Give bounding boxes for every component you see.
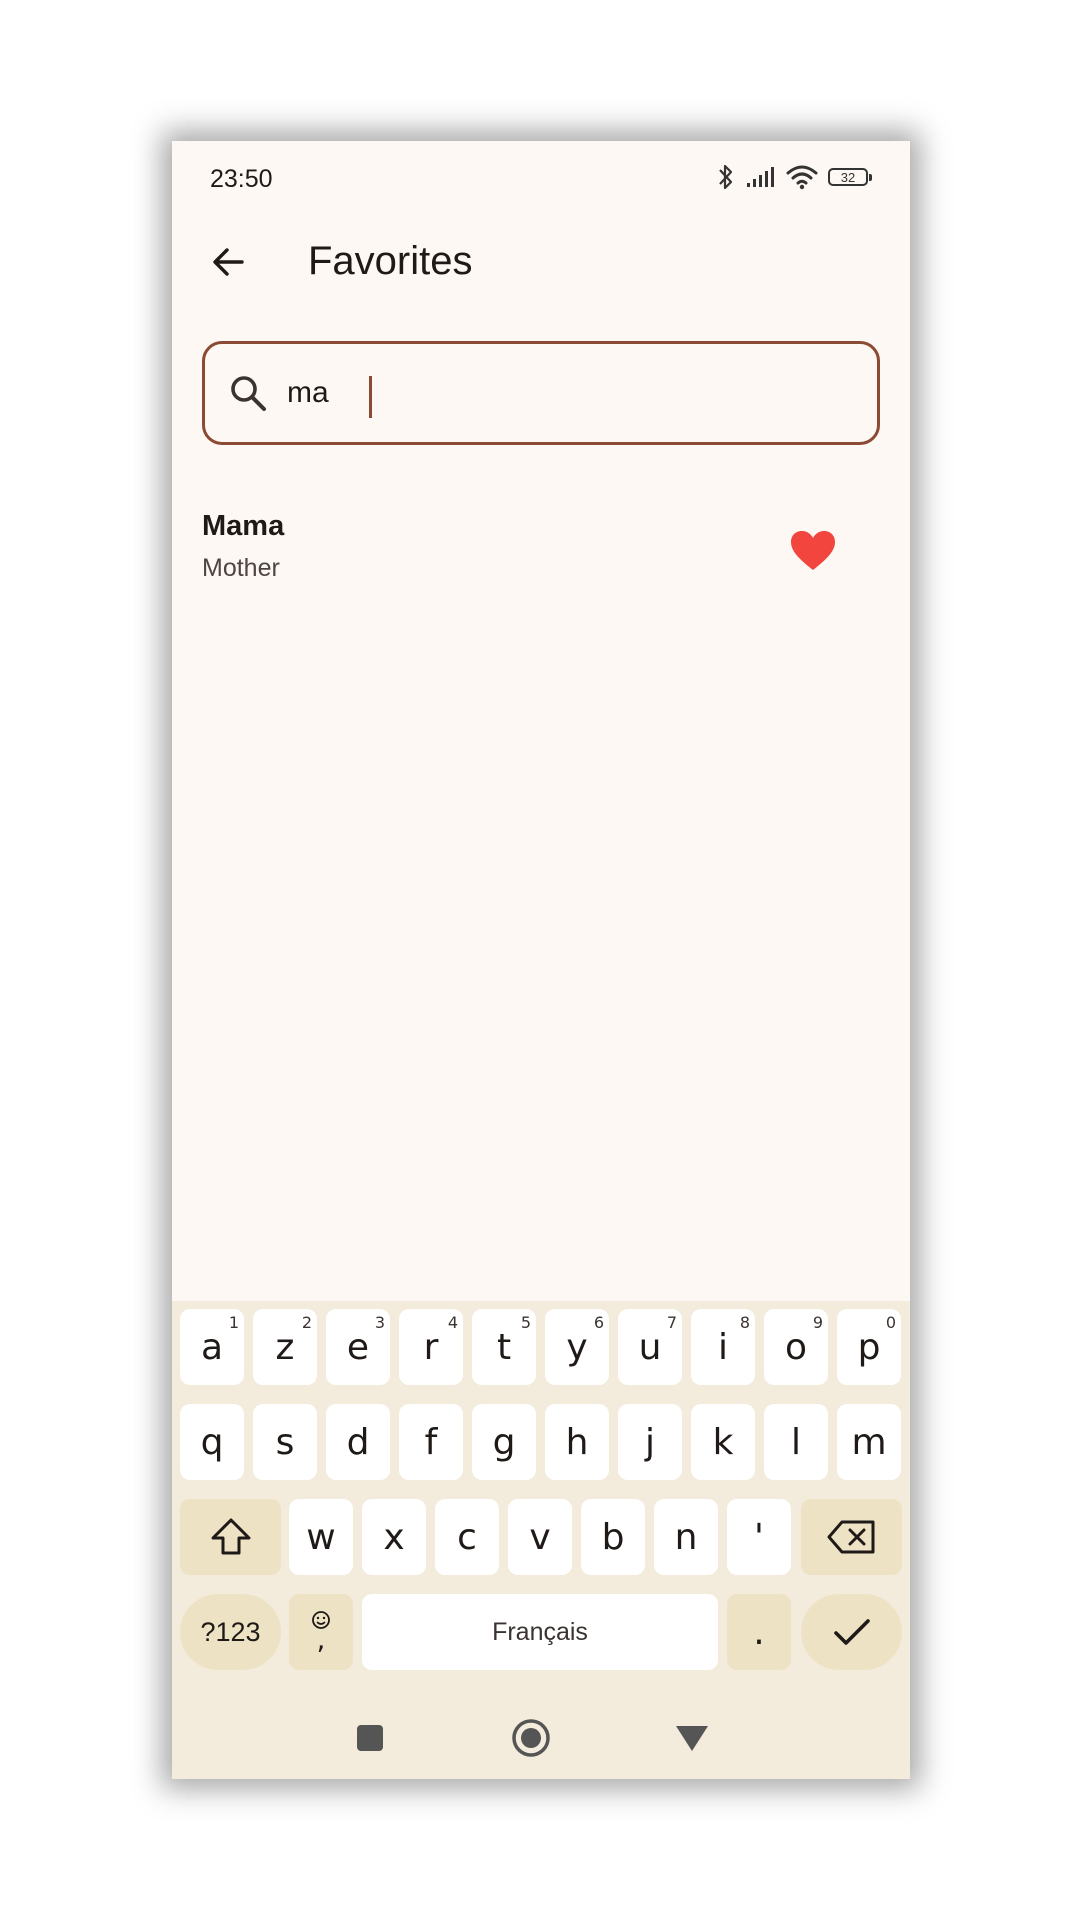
back-triangle-icon xyxy=(676,1726,708,1751)
arrow-back-icon xyxy=(213,248,244,276)
key-u[interactable]: u7 xyxy=(618,1309,682,1385)
key-y[interactable]: y6 xyxy=(545,1309,609,1385)
key-r[interactable]: r4 xyxy=(399,1309,463,1385)
key-t[interactable]: t5 xyxy=(472,1309,536,1385)
battery-level: 32 xyxy=(840,169,856,185)
key-o[interactable]: o9 xyxy=(764,1309,828,1385)
recents-button[interactable] xyxy=(340,1711,400,1765)
battery-icon: 32 xyxy=(828,168,872,186)
list-item[interactable]: Mama Mother xyxy=(172,496,910,606)
shift-icon xyxy=(211,1518,250,1555)
key-w[interactable]: w xyxy=(289,1499,353,1575)
key-h[interactable]: h xyxy=(545,1404,609,1480)
heart-icon xyxy=(791,531,835,570)
key-k[interactable]: k xyxy=(691,1404,755,1480)
search-icon xyxy=(231,376,266,411)
contact-relation: Mother xyxy=(202,554,280,582)
search-box[interactable] xyxy=(202,341,880,445)
page-title: Favorites xyxy=(308,239,473,283)
key-q[interactable]: q xyxy=(180,1404,244,1480)
home-button[interactable] xyxy=(501,1711,561,1765)
signal-icon xyxy=(747,167,774,187)
key-v[interactable]: v xyxy=(508,1499,572,1575)
backspace-key[interactable] xyxy=(801,1499,902,1575)
key-e[interactable]: e3 xyxy=(326,1309,390,1385)
key-a[interactable]: a1 xyxy=(180,1309,244,1385)
shift-key[interactable] xyxy=(180,1499,281,1575)
emoji-comma-key[interactable]: , xyxy=(289,1594,353,1670)
symbols-key[interactable]: ?123 xyxy=(180,1594,281,1670)
key-d[interactable]: d xyxy=(326,1404,390,1480)
key-s[interactable]: s xyxy=(253,1404,317,1480)
keyboard: a1 z2 e3 r4 t5 y6 u7 i8 o9 p0 q s d f g … xyxy=(172,1301,910,1779)
contact-name: Mama xyxy=(202,510,285,542)
key-c[interactable]: c xyxy=(435,1499,499,1575)
bluetooth-icon xyxy=(719,164,733,190)
key-i[interactable]: i8 xyxy=(691,1309,755,1385)
key-n[interactable]: n xyxy=(654,1499,718,1575)
status-icons: 32 xyxy=(716,159,872,195)
key-p[interactable]: p0 xyxy=(837,1309,901,1385)
key-apostrophe[interactable]: ' xyxy=(727,1499,791,1575)
backspace-icon xyxy=(827,1520,874,1554)
key-l[interactable]: l xyxy=(764,1404,828,1480)
check-icon xyxy=(833,1619,870,1645)
key-m[interactable]: m xyxy=(837,1404,901,1480)
text-cursor xyxy=(369,376,372,418)
phone-screen: 23:50 32 Favorites ma Mama Mother a 1 z … xyxy=(172,141,910,1779)
back-nav-button[interactable] xyxy=(662,1711,722,1765)
period-key[interactable]: . xyxy=(727,1594,791,1670)
key-z[interactable]: z2 xyxy=(253,1309,317,1385)
square-icon xyxy=(357,1725,383,1751)
status-time: 23:50 xyxy=(210,165,273,193)
key-x[interactable]: x xyxy=(362,1499,426,1575)
space-key[interactable]: Français xyxy=(362,1594,718,1670)
key-b[interactable]: b xyxy=(581,1499,645,1575)
key-f[interactable]: f xyxy=(399,1404,463,1480)
key-j[interactable]: j xyxy=(618,1404,682,1480)
favorite-toggle[interactable] xyxy=(790,530,836,572)
enter-key[interactable] xyxy=(801,1594,902,1670)
wifi-icon xyxy=(786,165,818,190)
back-button[interactable] xyxy=(196,230,260,294)
key-g[interactable]: g xyxy=(472,1404,536,1480)
home-circle-icon xyxy=(512,1719,550,1757)
